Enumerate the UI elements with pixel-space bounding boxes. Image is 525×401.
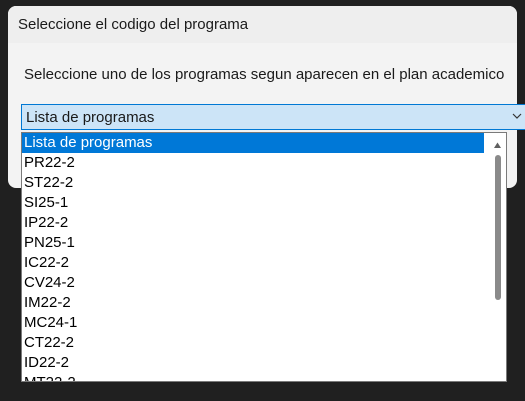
program-dropdown-list[interactable]: Lista de programas PR22-2 ST22-2 SI25-1 … <box>21 132 507 382</box>
list-item[interactable]: IC22-2 <box>22 253 484 273</box>
list-item[interactable]: MT22-2 <box>22 373 484 381</box>
program-select-value: Lista de programas <box>26 108 155 126</box>
list-item[interactable]: CT22-2 <box>22 333 484 353</box>
scroll-up-arrow-icon[interactable] <box>493 137 502 148</box>
list-item[interactable]: IP22-2 <box>22 213 484 233</box>
list-item[interactable]: IM22-2 <box>22 293 484 313</box>
list-item[interactable]: CV24-2 <box>22 273 484 293</box>
dialog-title: Seleccione el codigo del programa <box>8 6 517 43</box>
list-item[interactable]: Lista de programas <box>22 133 484 153</box>
list-item[interactable]: ST22-2 <box>22 173 484 193</box>
list-item[interactable]: PN25-1 <box>22 233 484 253</box>
program-select[interactable]: Lista de programas <box>21 104 525 130</box>
instructions-text: Seleccione uno de los programas segun ap… <box>24 66 505 83</box>
program-list: Lista de programas PR22-2 ST22-2 SI25-1 … <box>22 133 484 381</box>
chevron-down-icon[interactable] <box>510 109 524 123</box>
list-item[interactable]: PR22-2 <box>22 153 484 173</box>
scrollbar-thumb[interactable] <box>495 155 501 300</box>
list-item[interactable]: ID22-2 <box>22 353 484 373</box>
list-item[interactable]: MC24-1 <box>22 313 484 333</box>
scrollbar[interactable] <box>489 133 506 381</box>
list-item[interactable]: SI25-1 <box>22 193 484 213</box>
